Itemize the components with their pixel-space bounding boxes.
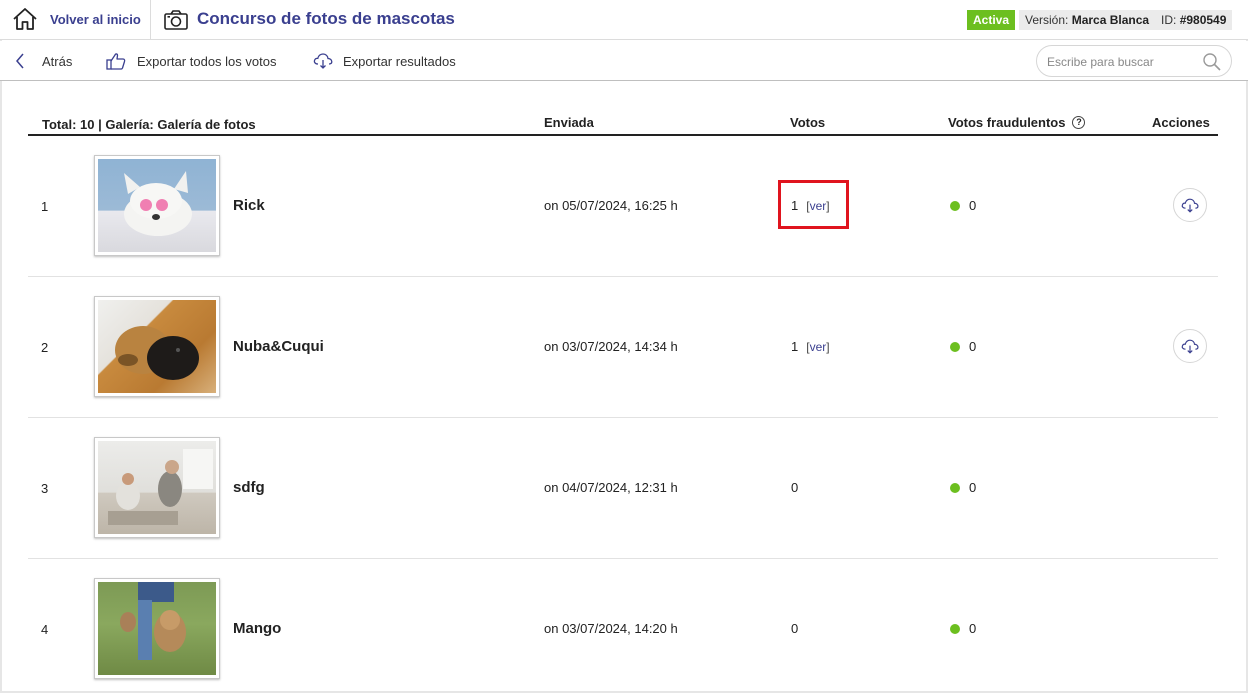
fraud-votes-count: 0 <box>969 198 977 213</box>
entry-name: Nuba&Cuqui <box>233 338 324 355</box>
cloud-download-icon <box>313 53 333 69</box>
fraud-votes-cell: 0 <box>950 621 976 636</box>
column-header-votes[interactable]: Votos <box>790 115 825 130</box>
search-input[interactable] <box>1047 52 1197 72</box>
home-label: Volver al inicio <box>50 12 141 27</box>
status-dot-icon <box>950 200 960 211</box>
votes-count: 0 <box>791 621 799 636</box>
help-icon[interactable]: ? <box>1072 116 1086 129</box>
fraud-votes-cell: 0 <box>950 339 976 354</box>
search-box <box>1036 45 1232 77</box>
table-row: 4 Mango on 03/07/2024, 14:20 h 0 0 <box>28 559 1218 693</box>
export-votes-label: Exportar todos los votos <box>137 53 277 69</box>
votes-count: 0 <box>791 480 799 495</box>
entry-name: Rick <box>233 197 265 214</box>
version-value: Marca Blanca <box>1071 13 1150 27</box>
id-value: #980549 <box>1179 13 1227 27</box>
id-prefix: ID: <box>1161 13 1177 27</box>
export-votes-button[interactable]: Exportar todos los votos <box>106 41 276 81</box>
entry-photo[interactable] <box>94 578 220 679</box>
fraud-votes-count: 0 <box>969 339 977 354</box>
row-index: 3 <box>41 481 49 496</box>
row-index: 4 <box>41 622 49 637</box>
submitted-date: on 03/07/2024, 14:34 h <box>544 339 678 354</box>
status-dot-icon <box>950 623 960 634</box>
download-button[interactable] <box>1173 188 1207 222</box>
fraud-votes-count: 0 <box>969 621 977 636</box>
status-dot-icon <box>950 482 960 493</box>
table-row: 2 Nuba&Cuqui on 03/07/2024, 14:34 h 1 [ve… <box>28 277 1218 418</box>
entry-name: Mango <box>233 620 282 637</box>
download-button[interactable] <box>1173 329 1207 363</box>
table-header: Total: 10 | Galería: Galería de fotos En… <box>28 108 1218 136</box>
votes-cell: 0 <box>791 480 798 495</box>
page-title: Concurso de fotos de mascotas <box>197 9 455 28</box>
back-label: Atrás <box>42 53 73 69</box>
version-badge: Versión: Marca Blanca <box>1019 10 1156 30</box>
highlight-box <box>778 180 849 229</box>
fraud-votes-cell: 0 <box>950 198 976 213</box>
export-results-label: Exportar resultados <box>343 53 456 69</box>
table-row: 3 sdfg on 04/07/2024, 12:31 h 0 0 <box>28 418 1218 559</box>
table-summary: Total: 10 | Galería: Galería de fotos <box>42 117 256 132</box>
submitted-date: on 03/07/2024, 14:20 h <box>544 621 678 636</box>
dogs-illustration <box>115 326 199 380</box>
entry-photo[interactable] <box>94 437 220 538</box>
submitted-date: on 04/07/2024, 12:31 h <box>544 480 678 495</box>
search-icon[interactable] <box>1202 52 1222 72</box>
camera-icon <box>164 10 188 30</box>
photo-image <box>98 582 216 675</box>
row-index: 1 <box>41 199 49 214</box>
fraud-votes-count: 0 <box>969 480 977 495</box>
column-header-actions: Acciones <box>1152 115 1210 130</box>
back-button[interactable]: Atrás <box>15 41 72 81</box>
status-dot-icon <box>950 341 960 352</box>
home-button[interactable]: Volver al inicio <box>0 0 151 40</box>
chevron-left-icon <box>16 53 24 69</box>
dog-illustration <box>124 171 192 236</box>
table-row: 1 Rick on 05/07/2024, 16:25 h 1 [ver] 0 <box>28 136 1218 277</box>
votes-cell: 0 <box>791 621 798 636</box>
home-icon <box>13 8 37 30</box>
photo-image <box>98 300 216 393</box>
photo-image <box>98 159 216 252</box>
entry-photo[interactable] <box>94 296 220 397</box>
votes-count: 1 <box>791 339 799 354</box>
id-badge: ID: #980549 <box>1155 10 1233 30</box>
row-index: 2 <box>41 340 49 355</box>
cloud-download-icon <box>1181 339 1199 354</box>
family-illustration <box>108 449 213 525</box>
fraud-votes-label: Votos fraudulentos <box>948 115 1066 130</box>
view-votes-link[interactable]: ver <box>810 340 827 354</box>
cloud-download-icon <box>1181 198 1199 213</box>
column-header-fraud-votes[interactable]: Votos fraudulentos ? <box>948 115 1086 130</box>
submitted-date: on 05/07/2024, 16:25 h <box>544 198 678 213</box>
thumbs-up-icon <box>106 53 126 70</box>
entry-name: sdfg <box>233 479 265 496</box>
dog-walk-illustration <box>120 582 186 660</box>
version-prefix: Versión: <box>1025 13 1069 27</box>
status-badge: Activa <box>967 10 1016 30</box>
top-header: Volver al inicio Concurso de fotos de ma… <box>0 0 1248 40</box>
entry-photo[interactable] <box>94 155 220 256</box>
photo-image <box>98 441 216 534</box>
votes-cell: 1 [ver] <box>791 339 830 354</box>
fraud-votes-cell: 0 <box>950 480 976 495</box>
column-header-submitted[interactable]: Enviada <box>544 115 594 130</box>
export-results-button[interactable]: Exportar resultados <box>313 41 456 81</box>
